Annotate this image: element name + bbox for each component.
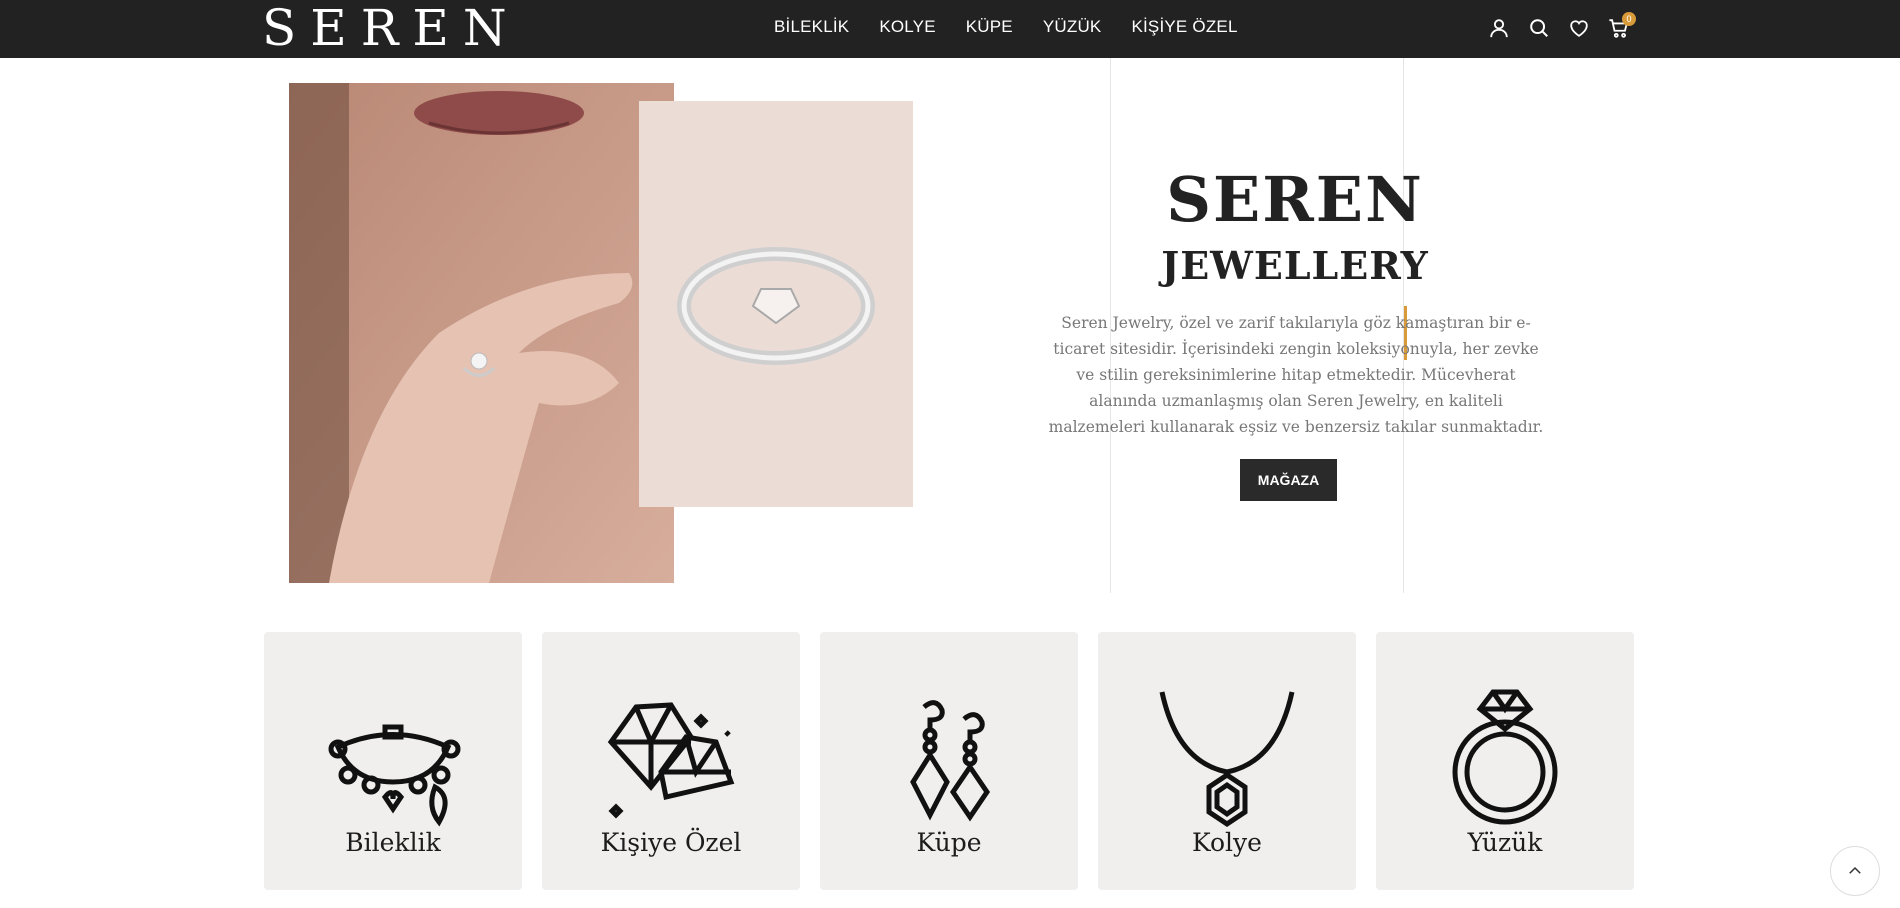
category-label: Yüzük	[1467, 828, 1543, 857]
scroll-to-top-button[interactable]	[1830, 846, 1880, 896]
hero-ring-photo	[639, 101, 913, 507]
bracelet-icon	[328, 724, 461, 827]
nav-kupe[interactable]: KÜPE	[966, 17, 1013, 37]
category-card-kolye[interactable]: Kolye	[1098, 632, 1356, 890]
site-logo[interactable]: SEREN	[262, 2, 521, 54]
user-icon[interactable]	[1488, 16, 1510, 40]
hero-description: Seren Jewelry, özel ve zarif takılarıyla…	[1048, 314, 1544, 436]
cart-count-badge: 0	[1622, 12, 1636, 26]
top-navigation-bar: SEREN BİLEKLİK KOLYE KÜPE YÜZÜK KİŞİYE Ö…	[0, 0, 1900, 58]
category-label: Kişiye Özel	[600, 828, 742, 857]
category-card-kisiye-ozel[interactable]: Kişiye Özel	[542, 632, 800, 890]
ring-icon	[1452, 689, 1558, 825]
category-label: Küpe	[916, 828, 982, 857]
nav-yuzuk[interactable]: YÜZÜK	[1043, 17, 1102, 37]
category-card-yuzuk[interactable]: Yüzük	[1376, 632, 1634, 890]
shop-button[interactable]: MAĞAZA	[1240, 459, 1337, 501]
main-nav: BİLEKLİK KOLYE KÜPE YÜZÜK KİŞİYE ÖZEL	[774, 17, 1238, 37]
category-card-bileklik[interactable]: Bileklik	[264, 632, 522, 890]
diamonds-icon	[607, 702, 735, 819]
chevron-up-icon	[1849, 866, 1861, 874]
earrings-icon	[910, 700, 991, 822]
heart-icon[interactable]	[1568, 16, 1590, 40]
category-label: Bileklik	[345, 828, 441, 857]
header-tools: 0	[1488, 12, 1636, 40]
hero-title: SEREN	[1166, 163, 1424, 236]
nav-bileklik[interactable]: BİLEKLİK	[774, 17, 849, 37]
search-icon[interactable]	[1528, 16, 1550, 40]
category-grid: Bileklik Kişiye Özel Küpe Kolye Yüzük	[264, 632, 1634, 890]
nav-kisiye-ozel[interactable]: KİŞİYE ÖZEL	[1131, 17, 1237, 37]
cart-icon[interactable]: 0	[1608, 12, 1636, 40]
hero-model-photo	[289, 83, 674, 583]
category-label: Kolye	[1192, 828, 1262, 857]
category-card-kupe[interactable]: Küpe	[820, 632, 1078, 890]
nav-kolye[interactable]: KOLYE	[879, 17, 935, 37]
necklace-icon	[1159, 691, 1295, 827]
hero-subtitle: JEWELLERY	[1161, 243, 1429, 288]
